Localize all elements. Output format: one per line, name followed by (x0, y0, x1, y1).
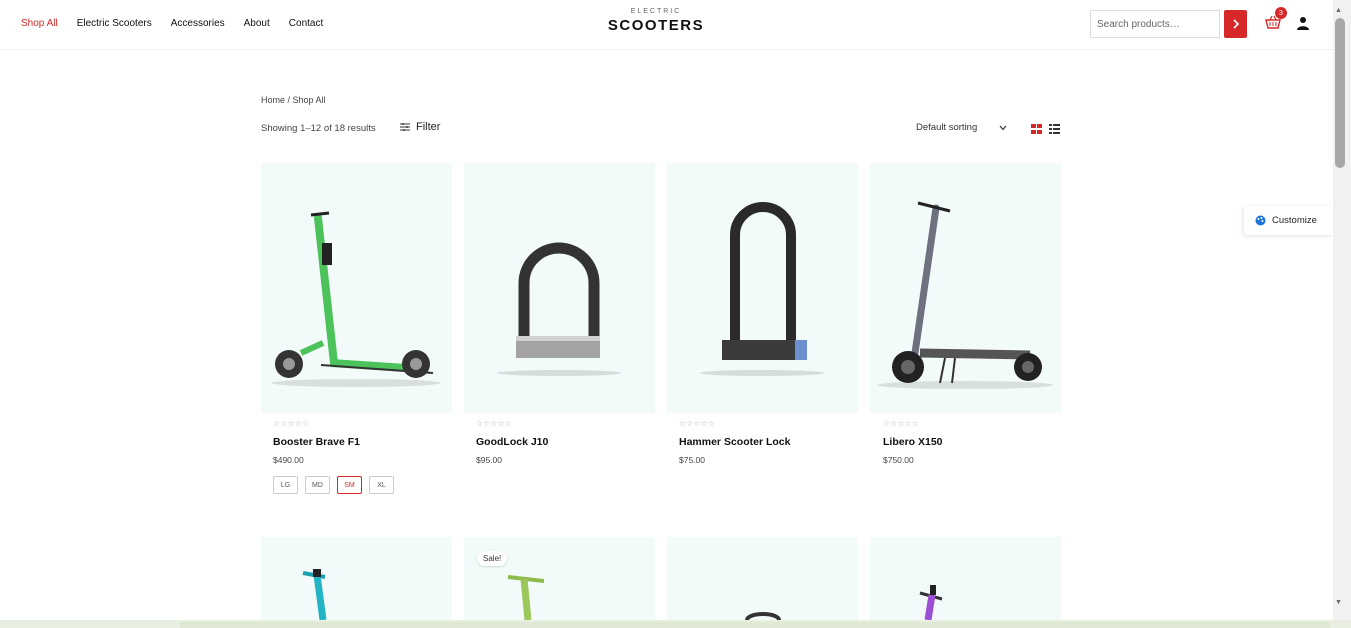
customize-label: Customize (1272, 215, 1317, 226)
product-card[interactable] (667, 537, 858, 620)
palette-icon (1255, 215, 1266, 226)
sale-badge: Sale! (477, 551, 508, 566)
scooter-image (302, 569, 327, 620)
size-options: LG MD SM XL (273, 476, 394, 494)
scooter-image (877, 201, 1053, 389)
breadcrumb[interactable]: Home / Shop All (261, 95, 326, 105)
nav-contact[interactable]: Contact (289, 18, 323, 29)
chevron-right-icon (1232, 19, 1239, 29)
product-title[interactable]: Libero X150 (883, 436, 943, 448)
logo-top-text: ELECTRIC (630, 8, 682, 15)
product-image[interactable] (870, 163, 1061, 413)
user-icon[interactable] (1296, 16, 1310, 30)
product-title[interactable]: Booster Brave F1 (273, 436, 360, 448)
product-title[interactable]: GoodLock J10 (476, 436, 548, 448)
product-image[interactable]: Sale! (464, 537, 655, 620)
product-title[interactable]: Hammer Scooter Lock (679, 436, 790, 448)
product-card[interactable] (870, 163, 1061, 413)
filter-label: Filter (416, 121, 441, 133)
product-card[interactable] (464, 163, 655, 413)
rating-stars: ☆☆☆☆☆ (476, 419, 512, 428)
scooter-image (507, 575, 545, 620)
product-image[interactable] (667, 537, 858, 620)
product-card[interactable] (261, 537, 452, 620)
scrollbar-thumb[interactable] (1335, 18, 1345, 168)
results-count: Showing 1–12 of 18 results (261, 123, 376, 134)
cart-count-badge: 3 (1275, 7, 1287, 19)
u-lock-image (497, 242, 621, 376)
product-card[interactable] (261, 163, 452, 413)
product-price: $490.00 (273, 455, 304, 465)
nav-about[interactable]: About (244, 18, 270, 29)
size-option-xl[interactable]: XL (369, 476, 394, 494)
product-image[interactable] (261, 163, 452, 413)
product-card[interactable] (870, 537, 1061, 620)
nav-shop-all[interactable]: Shop All (21, 18, 58, 29)
filter-button[interactable]: Filter (400, 121, 440, 133)
filter-icon (400, 123, 410, 131)
scooter-image (919, 585, 943, 620)
customize-button[interactable]: Customize (1244, 206, 1333, 235)
rating-stars: ☆☆☆☆☆ (273, 419, 309, 428)
scroll-down-arrow-icon[interactable]: ▼ (1335, 599, 1342, 606)
product-card[interactable]: Sale! (464, 537, 655, 620)
site-logo[interactable]: ELECTRIC SCOOTERS (606, 8, 706, 34)
grid-view-icon[interactable] (1031, 124, 1042, 134)
u-lock-image (700, 202, 824, 376)
horizontal-scrollbar-thumb[interactable] (180, 622, 1330, 628)
size-option-lg[interactable]: LG (273, 476, 298, 494)
scroll-up-arrow-icon[interactable]: ▲ (1335, 7, 1342, 14)
product-card[interactable] (667, 163, 858, 413)
list-view-icon[interactable] (1049, 124, 1060, 134)
page: Shop All Electric Scooters Accessories A… (0, 0, 1351, 628)
product-price: $95.00 (476, 455, 502, 465)
product-image[interactable] (870, 537, 1061, 620)
sorting-select[interactable]: Default sorting (916, 122, 1007, 133)
nav-accessories[interactable]: Accessories (171, 18, 225, 29)
chevron-down-icon (999, 125, 1007, 130)
logo-main-text: SCOOTERS (607, 17, 705, 34)
scooter-image (271, 211, 441, 387)
product-image[interactable] (464, 163, 655, 413)
nav-electric-scooters[interactable]: Electric Scooters (77, 18, 152, 29)
product-image[interactable] (667, 163, 858, 413)
product-price: $75.00 (679, 455, 705, 465)
search-input[interactable] (1090, 10, 1220, 38)
main-nav: Shop All Electric Scooters Accessories A… (21, 18, 342, 29)
rating-stars: ☆☆☆☆☆ (679, 419, 715, 428)
sorting-label: Default sorting (916, 122, 978, 133)
size-option-sm[interactable]: SM (337, 476, 362, 494)
site-header: Shop All Electric Scooters Accessories A… (0, 0, 1333, 50)
rating-stars: ☆☆☆☆☆ (883, 419, 919, 428)
lock-image (745, 612, 781, 620)
size-option-md[interactable]: MD (305, 476, 330, 494)
product-image[interactable] (261, 537, 452, 620)
product-price: $750.00 (883, 455, 914, 465)
search-submit-button[interactable] (1224, 10, 1247, 38)
